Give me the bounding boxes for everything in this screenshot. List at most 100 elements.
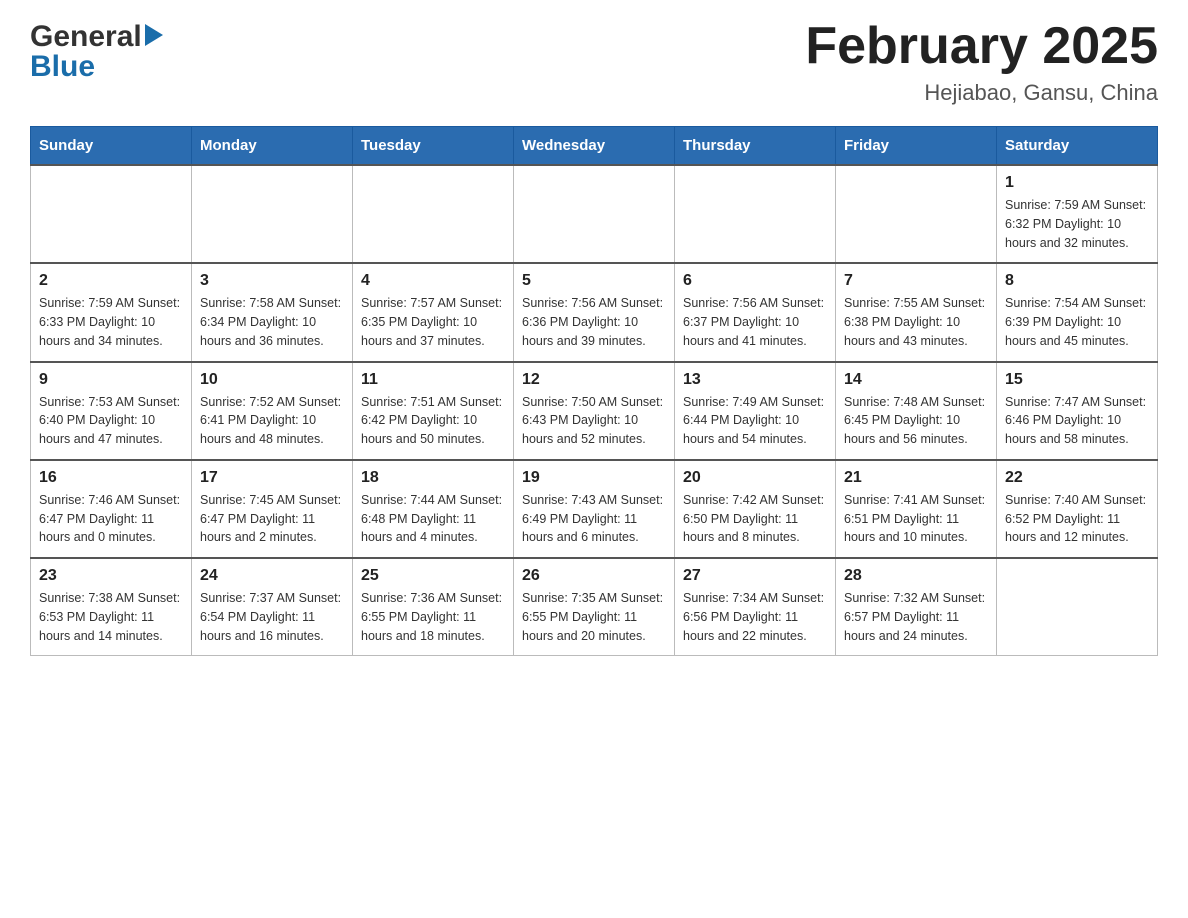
table-row: 19Sunrise: 7:43 AM Sunset: 6:49 PM Dayli… [514, 460, 675, 558]
table-row: 22 Sunrise: 7:40 AM Sunset: 6:52 PM Dayli… [997, 460, 1158, 558]
day-info: Sunrise: 7:44 AM Sunset: 6:48 PM Dayligh… [361, 491, 505, 547]
table-row: 23 Sunrise: 7:38 AM Sunset: 6:53 PM Dayli… [31, 558, 192, 656]
logo-general-text: General [30, 20, 142, 54]
day-info: Sunrise: 7:50 AM Sunset: 6:43 PM Dayligh… [522, 393, 666, 449]
day-info: Sunrise: 7:46 AM Sunset: 6:47 PM Dayligh… [39, 491, 183, 547]
day-info: Sunrise: 7:47 AM Sunset: 6:46 PM Dayligh… [1005, 393, 1149, 449]
logo: General [30, 20, 163, 54]
table-row: 25 Sunrise: 7:36 AM Sunset: 6:55 PM Dayli… [353, 558, 514, 656]
table-row: 2 Sunrise: 7:59 AM Sunset: 6:33 PM Daylig… [31, 263, 192, 361]
table-row: 27 Sunrise: 7:34 AM Sunset: 6:56 PM Dayli… [675, 558, 836, 656]
day-info: Sunrise: 7:42 AM Sunset: 6:50 PM Dayligh… [683, 491, 827, 547]
table-row: 11 Sunrise: 7:51 AM Sunset: 6:42 PM Dayli… [353, 362, 514, 460]
col-monday: Monday [192, 127, 353, 166]
table-row [192, 165, 353, 263]
table-row: 3 Sunrise: 7:58 AM Sunset: 6:34 PM Daylig… [192, 263, 353, 361]
table-row: 12Sunrise: 7:50 AM Sunset: 6:43 PM Dayli… [514, 362, 675, 460]
col-saturday: Saturday [997, 127, 1158, 166]
table-row: 13Sunrise: 7:49 AM Sunset: 6:44 PM Dayli… [675, 362, 836, 460]
page-header: General Blue February 2025 Hejiabao, Gan… [30, 20, 1158, 106]
title-area: February 2025 Hejiabao, Gansu, China [805, 20, 1158, 106]
day-number: 27 [683, 567, 827, 585]
day-number: 21 [844, 469, 988, 487]
table-row: 6 Sunrise: 7:56 AM Sunset: 6:37 PM Daylig… [675, 263, 836, 361]
day-info: Sunrise: 7:59 AM Sunset: 6:33 PM Dayligh… [39, 294, 183, 350]
day-number: 7 [844, 272, 988, 290]
day-number: 17 [200, 469, 344, 487]
day-info: Sunrise: 7:34 AM Sunset: 6:56 PM Dayligh… [683, 589, 827, 645]
day-number: 25 [361, 567, 505, 585]
day-info: Sunrise: 7:56 AM Sunset: 6:37 PM Dayligh… [683, 294, 827, 350]
day-number: 20 [683, 469, 827, 487]
col-sunday: Sunday [31, 127, 192, 166]
day-number: 1 [1005, 174, 1149, 192]
day-number: 14 [844, 371, 988, 389]
day-info: Sunrise: 7:55 AM Sunset: 6:38 PM Dayligh… [844, 294, 988, 350]
day-number: 26 [522, 567, 666, 585]
logo-blue-text: Blue [30, 50, 95, 84]
table-row: 16 Sunrise: 7:46 AM Sunset: 6:47 PM Dayli… [31, 460, 192, 558]
table-row [836, 165, 997, 263]
calendar-week-row: 1 Sunrise: 7:59 AM Sunset: 6:32 PM Daylig… [31, 165, 1158, 263]
day-info: Sunrise: 7:40 AM Sunset: 6:52 PM Dayligh… [1005, 491, 1149, 547]
day-info: Sunrise: 7:52 AM Sunset: 6:41 PM Dayligh… [200, 393, 344, 449]
table-row: 8Sunrise: 7:54 AM Sunset: 6:39 PM Daylig… [997, 263, 1158, 361]
day-info: Sunrise: 7:56 AM Sunset: 6:36 PM Dayligh… [522, 294, 666, 350]
day-number: 22 [1005, 469, 1149, 487]
col-thursday: Thursday [675, 127, 836, 166]
calendar-week-row: 16 Sunrise: 7:46 AM Sunset: 6:47 PM Dayli… [31, 460, 1158, 558]
col-wednesday: Wednesday [514, 127, 675, 166]
day-number: 3 [200, 272, 344, 290]
day-number: 23 [39, 567, 183, 585]
table-row: 5 Sunrise: 7:56 AM Sunset: 6:36 PM Daylig… [514, 263, 675, 361]
table-row: 10 Sunrise: 7:52 AM Sunset: 6:41 PM Dayli… [192, 362, 353, 460]
table-row: 24 Sunrise: 7:37 AM Sunset: 6:54 PM Dayli… [192, 558, 353, 656]
day-info: Sunrise: 7:36 AM Sunset: 6:55 PM Dayligh… [361, 589, 505, 645]
day-info: Sunrise: 7:48 AM Sunset: 6:45 PM Dayligh… [844, 393, 988, 449]
day-info: Sunrise: 7:51 AM Sunset: 6:42 PM Dayligh… [361, 393, 505, 449]
day-number: 9 [39, 371, 183, 389]
table-row: 7 Sunrise: 7:55 AM Sunset: 6:38 PM Daylig… [836, 263, 997, 361]
day-info: Sunrise: 7:58 AM Sunset: 6:34 PM Dayligh… [200, 294, 344, 350]
day-info: Sunrise: 7:35 AM Sunset: 6:55 PM Dayligh… [522, 589, 666, 645]
day-info: Sunrise: 7:49 AM Sunset: 6:44 PM Dayligh… [683, 393, 827, 449]
day-info: Sunrise: 7:59 AM Sunset: 6:32 PM Dayligh… [1005, 196, 1149, 252]
day-number: 11 [361, 371, 505, 389]
calendar-week-row: 23 Sunrise: 7:38 AM Sunset: 6:53 PM Dayli… [31, 558, 1158, 656]
day-info: Sunrise: 7:57 AM Sunset: 6:35 PM Dayligh… [361, 294, 505, 350]
table-row: 9 Sunrise: 7:53 AM Sunset: 6:40 PM Daylig… [31, 362, 192, 460]
col-friday: Friday [836, 127, 997, 166]
table-row: 21 Sunrise: 7:41 AM Sunset: 6:51 PM Dayli… [836, 460, 997, 558]
logo-area: General Blue [30, 20, 163, 84]
table-row: 26 Sunrise: 7:35 AM Sunset: 6:55 PM Dayli… [514, 558, 675, 656]
table-row: 15 Sunrise: 7:47 AM Sunset: 6:46 PM Dayli… [997, 362, 1158, 460]
table-row [31, 165, 192, 263]
calendar-header-row: Sunday Monday Tuesday Wednesday Thursday… [31, 127, 1158, 166]
day-number: 4 [361, 272, 505, 290]
day-info: Sunrise: 7:38 AM Sunset: 6:53 PM Dayligh… [39, 589, 183, 645]
logo-triangle-icon [145, 24, 163, 51]
day-info: Sunrise: 7:32 AM Sunset: 6:57 PM Dayligh… [844, 589, 988, 645]
day-number: 24 [200, 567, 344, 585]
table-row: 17Sunrise: 7:45 AM Sunset: 6:47 PM Dayli… [192, 460, 353, 558]
table-row: 28Sunrise: 7:32 AM Sunset: 6:57 PM Dayli… [836, 558, 997, 656]
day-info: Sunrise: 7:37 AM Sunset: 6:54 PM Dayligh… [200, 589, 344, 645]
day-number: 19 [522, 469, 666, 487]
calendar-week-row: 2 Sunrise: 7:59 AM Sunset: 6:33 PM Daylig… [31, 263, 1158, 361]
table-row: 4 Sunrise: 7:57 AM Sunset: 6:35 PM Daylig… [353, 263, 514, 361]
table-row [997, 558, 1158, 656]
day-number: 15 [1005, 371, 1149, 389]
day-number: 2 [39, 272, 183, 290]
calendar-table: Sunday Monday Tuesday Wednesday Thursday… [30, 126, 1158, 656]
day-number: 8 [1005, 272, 1149, 290]
day-info: Sunrise: 7:53 AM Sunset: 6:40 PM Dayligh… [39, 393, 183, 449]
day-number: 16 [39, 469, 183, 487]
table-row [514, 165, 675, 263]
day-number: 10 [200, 371, 344, 389]
day-info: Sunrise: 7:41 AM Sunset: 6:51 PM Dayligh… [844, 491, 988, 547]
day-number: 5 [522, 272, 666, 290]
day-number: 18 [361, 469, 505, 487]
table-row: 1 Sunrise: 7:59 AM Sunset: 6:32 PM Daylig… [997, 165, 1158, 263]
table-row [353, 165, 514, 263]
day-number: 6 [683, 272, 827, 290]
